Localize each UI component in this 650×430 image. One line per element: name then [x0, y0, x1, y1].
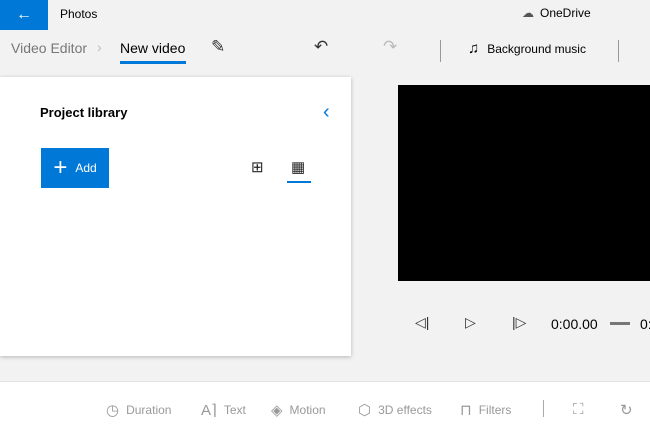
- redo-icon[interactable]: ↷: [383, 37, 397, 57]
- 3d-effects-button[interactable]: ⬡ 3D effects: [358, 401, 432, 419]
- motion-icon: ◈: [271, 402, 283, 419]
- toolbar-divider: [543, 400, 544, 417]
- resize-icon: ⛶: [573, 401, 584, 418]
- undo-icon[interactable]: ↶: [314, 37, 328, 57]
- active-underline: [120, 61, 186, 64]
- scrubber[interactable]: [610, 322, 630, 325]
- small-grid-view-icon[interactable]: ▦: [291, 158, 305, 176]
- motion-button[interactable]: ◈ Motion: [271, 401, 326, 419]
- cloud-icon: ☁: [522, 6, 534, 20]
- rename-pencil-icon[interactable]: ✎: [211, 37, 225, 57]
- text-icon: A⌉: [201, 402, 217, 419]
- arrow-left-icon: ←: [16, 6, 32, 23]
- background-music-button[interactable]: ♫ Background music: [468, 40, 586, 57]
- 3d-effects-icon: ⬡: [358, 402, 372, 419]
- add-label: Add: [75, 161, 97, 175]
- collapse-chevron-icon[interactable]: ‹: [323, 101, 330, 124]
- large-grid-view-icon[interactable]: ⊞: [251, 158, 264, 176]
- filters-button[interactable]: ⊓ Filters: [460, 401, 511, 419]
- breadcrumb-current-project: New video: [120, 40, 186, 56]
- project-library-title: Project library: [40, 105, 128, 120]
- play-icon[interactable]: ▷: [465, 314, 476, 331]
- previous-frame-icon[interactable]: ◁|: [415, 314, 429, 331]
- video-preview[interactable]: [398, 85, 650, 281]
- chevron-right-icon: ›: [97, 39, 102, 55]
- back-button[interactable]: ←: [0, 0, 48, 30]
- background-music-label: Background music: [487, 41, 586, 56]
- app-title: Photos: [60, 7, 98, 21]
- end-time: 0:: [640, 316, 650, 332]
- text-button[interactable]: A⌉ Text: [201, 401, 246, 419]
- add-button[interactable]: + Add: [41, 148, 109, 188]
- filters-label: Filters: [478, 403, 512, 417]
- motion-label: Motion: [289, 403, 326, 417]
- onedrive-label: OneDrive: [540, 6, 591, 20]
- text-label: Text: [223, 403, 246, 417]
- toolbar-divider: [440, 40, 441, 62]
- resize-button[interactable]: ⛶: [573, 401, 584, 418]
- active-view-underline: [287, 181, 311, 183]
- rotate-icon: ↻: [620, 402, 633, 419]
- breadcrumb-video-editor[interactable]: Video Editor: [11, 40, 87, 56]
- duration-button[interactable]: ◷ Duration: [106, 401, 171, 419]
- music-note-icon: ♫: [468, 40, 480, 57]
- current-time: 0:00.00: [551, 316, 598, 332]
- rotate-button[interactable]: ↻: [620, 401, 633, 419]
- clock-icon: ◷: [106, 402, 120, 419]
- next-frame-icon[interactable]: |▷: [512, 314, 526, 331]
- plus-icon: +: [53, 154, 68, 181]
- duration-label: Duration: [126, 403, 172, 417]
- toolbar-divider: [618, 40, 619, 62]
- filters-icon: ⊓: [460, 402, 472, 419]
- onedrive-button[interactable]: ☁ OneDrive: [522, 6, 591, 20]
- 3d-effects-label: 3D effects: [378, 403, 432, 417]
